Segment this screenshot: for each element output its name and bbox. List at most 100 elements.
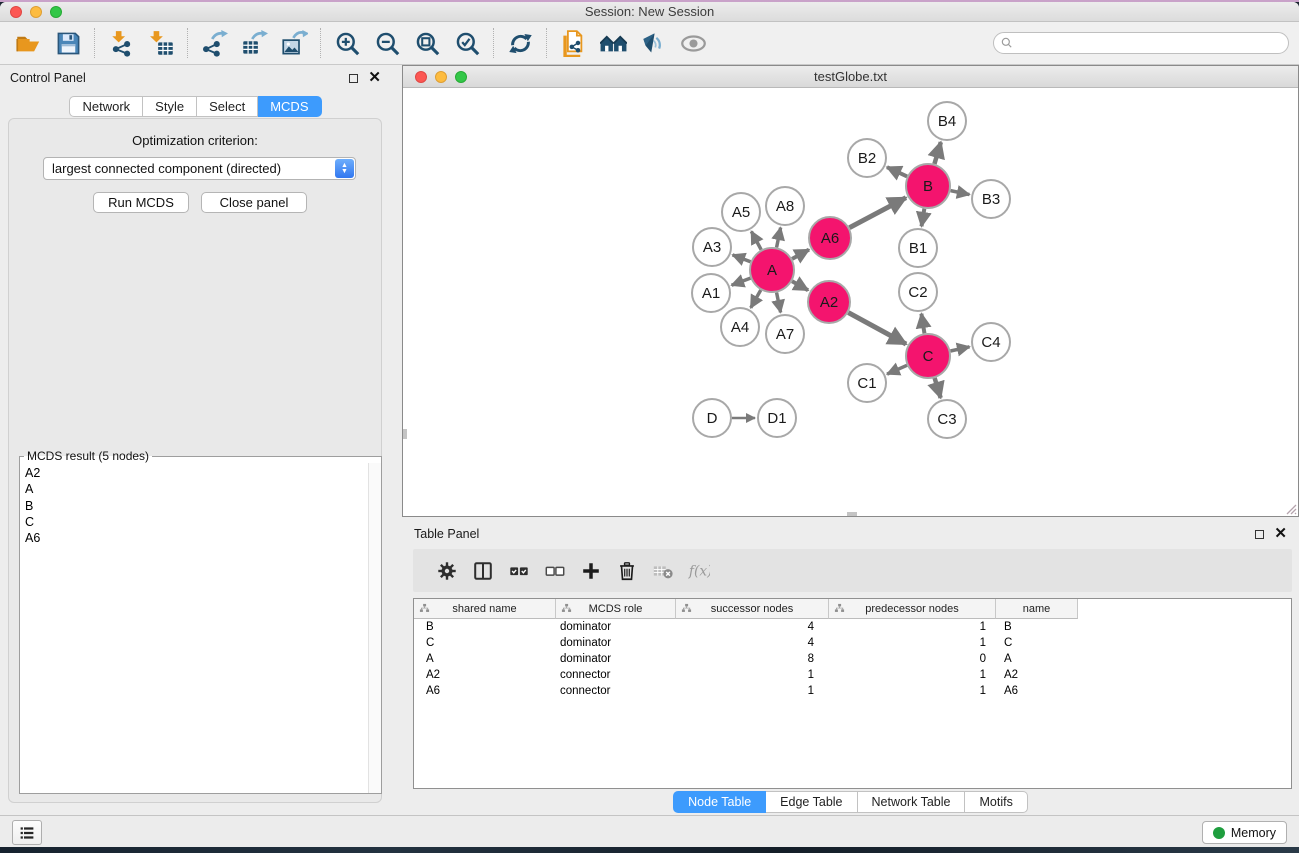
network-minimize-button[interactable] (435, 71, 447, 83)
graph-edge-C-C4[interactable] (950, 347, 969, 351)
table-cell[interactable]: A (996, 651, 1078, 667)
criterion-select[interactable]: largest connected component (directed) ▲… (43, 157, 356, 180)
graph-edge-B-B2[interactable] (887, 167, 907, 176)
select-all-button[interactable] (501, 554, 537, 588)
graph-edge-A-A7[interactable] (777, 293, 781, 313)
tab-style[interactable]: Style (143, 96, 197, 117)
import-network-button[interactable] (101, 26, 141, 60)
save-session-button[interactable] (48, 26, 88, 60)
table-cell[interactable]: A2 (996, 667, 1078, 683)
table-cell[interactable]: connector (556, 667, 676, 683)
table-row[interactable]: A2connector11A2 (414, 667, 1291, 683)
network-maximize-button[interactable] (455, 71, 467, 83)
table-cell[interactable]: 1 (829, 667, 996, 683)
graph-node-C3[interactable]: C3 (928, 400, 966, 438)
graph-node-D1[interactable]: D1 (758, 399, 796, 437)
table-cell[interactable]: 1 (676, 683, 829, 699)
graph-edge-A-A2[interactable] (792, 281, 808, 290)
graph-node-A2[interactable]: A2 (808, 281, 850, 323)
graph-node-A6[interactable]: A6 (809, 217, 851, 259)
column-header-shared-name[interactable]: shared name (414, 599, 556, 619)
graph-node-A7[interactable]: A7 (766, 315, 804, 353)
graph-node-A3[interactable]: A3 (693, 228, 731, 266)
export-image-button[interactable] (274, 26, 314, 60)
graph-node-C2[interactable]: C2 (899, 273, 937, 311)
table-cell[interactable]: A6 (414, 683, 556, 699)
graph-node-A[interactable]: A (750, 248, 794, 292)
search-input[interactable] (1014, 34, 1288, 52)
apply-layout-button[interactable] (500, 26, 540, 60)
graph-node-B2[interactable]: B2 (848, 139, 886, 177)
graph-node-A5[interactable]: A5 (722, 193, 760, 231)
run-mcds-button[interactable]: Run MCDS (93, 192, 189, 213)
resize-grip-icon[interactable] (1283, 501, 1297, 515)
first-neighbors-button[interactable] (593, 26, 633, 60)
graph-node-A1[interactable]: A1 (692, 274, 730, 312)
table-close-icon[interactable]: ✕ (1274, 528, 1287, 540)
close-window-button[interactable] (10, 6, 22, 18)
tab-node-table[interactable]: Node Table (673, 791, 766, 813)
graph-node-B4[interactable]: B4 (928, 102, 966, 140)
table-cell[interactable]: 1 (676, 667, 829, 683)
table-cell[interactable]: dominator (556, 635, 676, 651)
table-row[interactable]: Bdominator41B (414, 619, 1291, 635)
table-float-icon[interactable] (1255, 530, 1264, 539)
tab-network[interactable]: Network (69, 96, 143, 117)
mcds-list-scrollbar[interactable] (368, 463, 381, 793)
search-box[interactable] (993, 32, 1289, 54)
close-panel-button[interactable]: Close panel (201, 192, 307, 213)
mcds-result-item[interactable]: C (21, 514, 380, 530)
graph-edge-A-A8[interactable] (777, 228, 781, 248)
export-network-button[interactable] (194, 26, 234, 60)
table-cell[interactable]: connector (556, 683, 676, 699)
table-row[interactable]: Adominator80A (414, 651, 1291, 667)
table-cell[interactable]: 4 (676, 619, 829, 635)
graph-edge-A-A3[interactable] (733, 255, 751, 262)
zoom-selected-button[interactable] (447, 26, 487, 60)
column-header-successor-nodes[interactable]: successor nodes (676, 599, 829, 619)
column-header-predecessor-nodes[interactable]: predecessor nodes (829, 599, 996, 619)
table-cell[interactable]: 1 (829, 619, 996, 635)
graph-node-A4[interactable]: A4 (721, 308, 759, 346)
table-row[interactable]: Cdominator41C (414, 635, 1291, 651)
network-canvas[interactable]: A5A8A3AA1A4A7A6A2BB2B4B3B1CC2C4C1C3DD1 (403, 88, 1298, 516)
graph-node-B1[interactable]: B1 (899, 229, 937, 267)
mcds-result-item[interactable]: B (21, 498, 380, 514)
open-session-button[interactable] (8, 26, 48, 60)
network-close-button[interactable] (415, 71, 427, 83)
tab-select[interactable]: Select (197, 96, 258, 117)
graph-edge-B-B1[interactable] (922, 209, 925, 227)
vertical-scroll-indicator[interactable] (403, 429, 407, 439)
graph-node-B3[interactable]: B3 (972, 180, 1010, 218)
maximize-window-button[interactable] (50, 6, 62, 18)
graph-edge-C-C1[interactable] (887, 365, 907, 374)
task-history-button[interactable] (12, 820, 42, 845)
mcds-result-item[interactable]: A2 (21, 465, 380, 481)
new-network-from-selection-button[interactable] (553, 26, 593, 60)
deselect-all-button[interactable] (537, 554, 573, 588)
minimize-window-button[interactable] (30, 6, 42, 18)
delete-column-button[interactable] (609, 554, 645, 588)
table-cell[interactable]: A2 (414, 667, 556, 683)
table-cell[interactable]: 1 (829, 683, 996, 699)
column-header-name[interactable]: name (996, 599, 1078, 619)
mcds-result-item[interactable]: A6 (21, 530, 380, 546)
table-cell[interactable]: B (996, 619, 1078, 635)
table-cell[interactable]: B (414, 619, 556, 635)
table-cell[interactable]: 8 (676, 651, 829, 667)
graph-edge-A-A4[interactable] (751, 290, 761, 308)
close-panel-icon[interactable]: ✕ (368, 72, 381, 84)
mcds-result-item[interactable]: A (21, 481, 380, 497)
graph-edge-B-B3[interactable] (951, 191, 970, 195)
graph-edge-C-C3[interactable] (935, 378, 941, 398)
graph-edge-A-A1[interactable] (732, 278, 751, 285)
table-cell[interactable]: C (996, 635, 1078, 651)
graph-edge-A6-B[interactable] (849, 198, 905, 228)
annotations-button[interactable] (633, 26, 673, 60)
table-cell[interactable]: 4 (676, 635, 829, 651)
table-cell[interactable]: dominator (556, 619, 676, 635)
table-cell[interactable]: A (414, 651, 556, 667)
table-cell[interactable]: C (414, 635, 556, 651)
tab-edge-table[interactable]: Edge Table (766, 791, 857, 813)
graph-node-C1[interactable]: C1 (848, 364, 886, 402)
